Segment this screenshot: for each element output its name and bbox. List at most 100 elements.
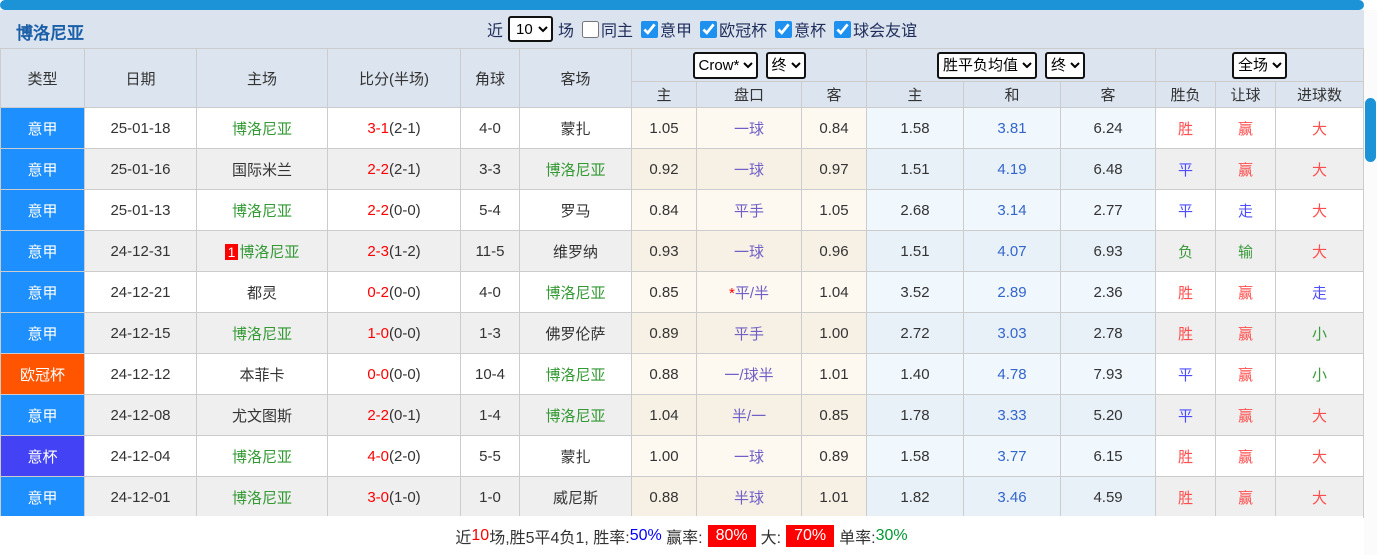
halftime-score: (1-0) <box>389 488 421 506</box>
corners-cell: 3-3 <box>460 148 520 190</box>
goals-cell: 大 <box>1275 394 1365 436</box>
match-date: 24-12-12 <box>84 353 197 395</box>
vertical-scrollbar-thumb[interactable] <box>1365 98 1376 162</box>
table-row: 意甲 25-01-13 博洛尼亚 2-2(0-0) 5-4 罗马 0.84 平手… <box>0 189 1365 231</box>
col-header-date: 日期 <box>84 48 197 108</box>
away-team-cell: 博洛尼亚 <box>519 353 632 395</box>
odds-away-cell: 1.01 <box>800 476 868 518</box>
avg-away-cell: 7.93 <box>1060 353 1157 395</box>
horizontal-scrollbar-thumb[interactable] <box>0 0 1364 10</box>
handicap-result-cell: 输 <box>1215 230 1277 272</box>
result-cell: 负 <box>1155 230 1217 272</box>
avg-home-cell: 2.72 <box>866 312 965 354</box>
big-rate-label: 大: <box>760 529 782 547</box>
league-badge: 意甲 <box>0 230 85 272</box>
home-team-cell: 本菲卡 <box>196 353 328 395</box>
odds-away-cell: 1.04 <box>800 271 868 313</box>
away-team-name: 威尼斯 <box>552 489 598 507</box>
vertical-scrollbar-track[interactable] <box>1364 10 1377 555</box>
corners-cell: 4-0 <box>460 271 520 313</box>
odds-away-cell: 1.05 <box>800 189 868 231</box>
handicap-cell: 平手 <box>696 312 802 354</box>
home-team-cell: 博洛尼亚 <box>196 189 328 231</box>
fulltime-score: 2-3 <box>367 242 389 260</box>
score-cell: 0-0(0-0) <box>327 353 461 395</box>
away-team-cell: 维罗纳 <box>519 230 632 272</box>
match-date: 24-12-04 <box>84 435 197 477</box>
avg-home-cell: 3.52 <box>866 271 965 313</box>
away-team-name: 蒙扎 <box>560 120 591 138</box>
handicap-result-cell: 赢 <box>1215 312 1277 354</box>
league-filter-serie-a: 意甲 <box>633 17 692 41</box>
fulltime-score: 3-0 <box>367 488 389 506</box>
match-date: 24-12-21 <box>84 271 197 313</box>
handicap-result-cell: 赢 <box>1215 107 1277 149</box>
away-team-name: 博洛尼亚 <box>545 366 606 384</box>
handicap-cell: 一球 <box>696 230 802 272</box>
champions-league-checkbox[interactable] <box>700 20 718 38</box>
home-team-cell: 都灵 <box>196 271 328 313</box>
corners-cell: 5-4 <box>460 189 520 231</box>
table-row: 意甲 24-12-21 都灵 0-2(0-0) 4-0 博洛尼亚 0.85 *平… <box>0 271 1365 313</box>
avg-home-cell: 1.58 <box>866 435 965 477</box>
serie-a-checkbox[interactable] <box>641 20 659 38</box>
goals-cell: 大 <box>1275 435 1365 477</box>
avg-away-cell: 2.36 <box>1060 271 1157 313</box>
odds-home-cell: 1.05 <box>631 107 697 149</box>
goals-cell: 大 <box>1275 148 1365 190</box>
goals-cell: 大 <box>1275 476 1365 518</box>
avg-home-cell: 1.78 <box>866 394 965 436</box>
scope-select[interactable]: 全场 <box>1232 51 1288 79</box>
handicap-result-cell: 赢 <box>1215 148 1277 190</box>
fulltime-score: 4-0 <box>367 447 389 465</box>
match-date: 24-12-08 <box>84 394 197 436</box>
matches-label: 场 <box>558 23 575 40</box>
away-team-name: 罗马 <box>560 202 591 220</box>
col-header-handicap: 盘口 <box>696 81 802 108</box>
handicap-rate-label: 赢率: <box>666 529 703 547</box>
score-cell: 2-2(0-0) <box>327 189 461 231</box>
handicap-result-cell: 赢 <box>1215 353 1277 395</box>
handicap-cell: 一/球半 <box>696 353 802 395</box>
odds-home-cell: 0.93 <box>631 230 697 272</box>
home-team-name: 博洛尼亚 <box>231 120 292 138</box>
avg-name-select[interactable]: 胜平负均值 <box>937 51 1038 79</box>
same-home-checkbox[interactable] <box>582 20 600 38</box>
avg-away-cell: 6.93 <box>1060 230 1157 272</box>
home-team-cell: 国际米兰 <box>196 148 328 190</box>
odds-time-select[interactable]: 终 <box>765 51 806 79</box>
coppa-italia-checkbox[interactable] <box>775 20 793 38</box>
odds-company-select[interactable]: Crow* <box>692 51 758 79</box>
corners-cell: 1-3 <box>460 312 520 354</box>
away-team-cell: 博洛尼亚 <box>519 394 632 436</box>
summary-bar: 近 10 场,胜5平4负1, 胜率: 50% 赢率: 80% 大: 70% 单率: 30% <box>0 516 1363 555</box>
avg-away-cell: 6.15 <box>1060 435 1157 477</box>
fulltime-score: 1-0 <box>367 324 389 342</box>
league-badge: 意甲 <box>0 189 85 231</box>
fulltime-score: 3-1 <box>367 119 389 137</box>
home-team-name: 博洛尼亚 <box>231 202 292 220</box>
result-cell: 胜 <box>1155 271 1217 313</box>
friendly-checkbox[interactable] <box>834 20 852 38</box>
odds-home-cell: 0.84 <box>631 189 697 231</box>
odds-away-cell: 1.01 <box>800 353 868 395</box>
handicap-cell: 一球 <box>696 435 802 477</box>
avg-home-cell: 1.51 <box>866 230 965 272</box>
avg-time-select[interactable]: 终 <box>1045 51 1086 79</box>
col-header-type: 类型 <box>0 48 85 108</box>
goals-cell: 大 <box>1275 230 1365 272</box>
odds-away-cell: 0.97 <box>800 148 868 190</box>
away-team-name: 蒙扎 <box>560 448 591 466</box>
summary-count: 10 <box>471 526 490 544</box>
goals-cell: 大 <box>1275 107 1365 149</box>
col-header-goals: 进球数 <box>1275 81 1365 108</box>
recent-label: 近 <box>487 23 504 40</box>
league-badge: 意甲 <box>0 312 85 354</box>
home-team-name: 国际米兰 <box>231 161 292 179</box>
match-count-select[interactable]: 10 <box>508 16 554 42</box>
col-header-home: 主场 <box>196 48 328 108</box>
fulltime-score: 2-2 <box>367 201 389 219</box>
col-header-odds-away: 客 <box>800 81 868 108</box>
handicap-cell: 半/一 <box>696 394 802 436</box>
result-cell: 胜 <box>1155 312 1217 354</box>
